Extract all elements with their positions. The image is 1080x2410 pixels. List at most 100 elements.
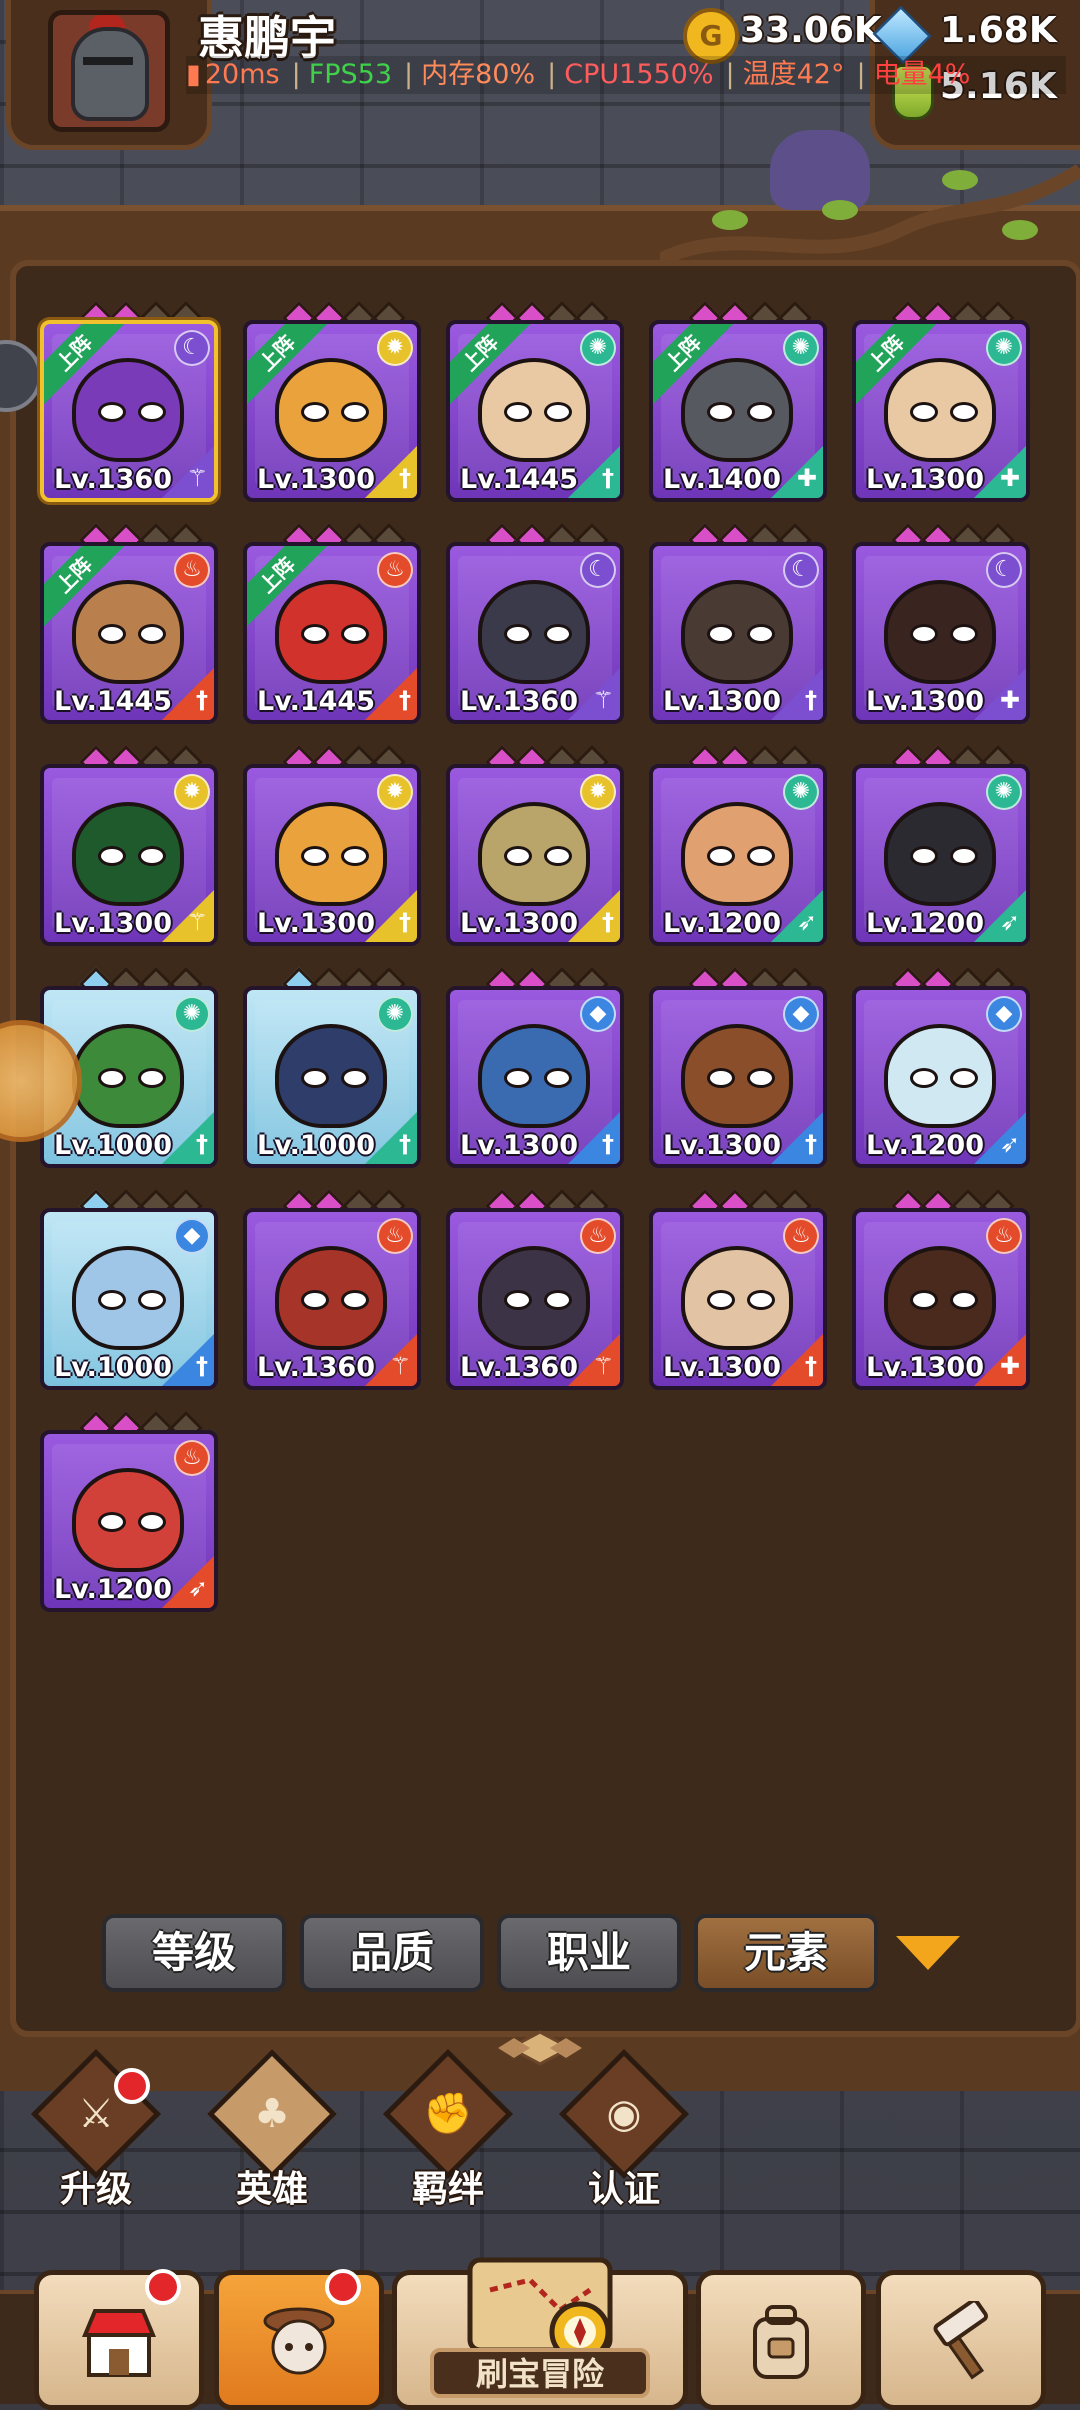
subnav-certify-label: 认证 — [587, 2169, 660, 2210]
hero-card[interactable]: ◆ † Lv.1300 — [446, 986, 624, 1168]
bottom-nav-heroes[interactable] — [214, 2269, 384, 2410]
sword-class-icon: † — [399, 1130, 411, 1158]
hero-card[interactable]: ♨ ⚚ Lv.1360 — [446, 1208, 624, 1390]
adventure-label[interactable]: 刷宝冒险 — [430, 2348, 650, 2398]
hero-eye — [98, 1290, 126, 1310]
hero-card[interactable]: ♨ † Lv.1300 — [649, 1208, 827, 1390]
wind-element-icon: ✺ — [986, 774, 1022, 810]
sword-class-icon: † — [196, 1130, 208, 1158]
hero-level: Lv.1300 — [257, 464, 376, 495]
hero-card[interactable]: ✹ ⚚ Lv.1300 — [40, 764, 218, 946]
hero-eye — [910, 846, 938, 866]
hero-card[interactable]: ♨ ✚ Lv.1300 — [852, 1208, 1030, 1390]
sword-class-icon: † — [399, 686, 411, 714]
hero-card[interactable]: ✺ ➶ Lv.1200 — [852, 764, 1030, 946]
bottom-nav-inventory[interactable] — [696, 2270, 866, 2410]
hero-card[interactable]: ♨ † Lv.1445 上阵 — [243, 542, 421, 724]
hero-card[interactable]: ☾ ⚚ Lv.1360 — [446, 542, 624, 724]
hero-eye — [747, 846, 775, 866]
hero-eye — [544, 846, 572, 866]
subnav-upgrade[interactable]: ⚔ 升级 — [26, 2048, 166, 2218]
hero-level: Lv.1200 — [866, 1130, 985, 1161]
hero-eye — [910, 1290, 938, 1310]
hero-eye — [98, 402, 126, 422]
fire-element-icon: ♨ — [174, 552, 210, 588]
sword-class-icon: † — [805, 686, 817, 714]
sort-by-quality-button[interactable]: 品质 — [300, 1914, 484, 1992]
sword-class-icon: † — [196, 686, 208, 714]
subnav-upgrade-label: 升级 — [59, 2169, 132, 2210]
hero-card[interactable]: ♨ ⚚ Lv.1360 — [243, 1208, 421, 1390]
hero-level: Lv.1300 — [663, 686, 782, 717]
bow-class-icon: ➶ — [796, 908, 817, 936]
staff-class-icon: ⚚ — [389, 1352, 411, 1380]
bottom-nav-forge[interactable] — [876, 2270, 1046, 2410]
light-element-icon: ✹ — [377, 774, 413, 810]
hero-eye — [504, 624, 532, 644]
subnav-bonds[interactable]: ✊ 羁绊 — [378, 2048, 518, 2218]
hero-card[interactable]: ✺ † Lv.1445 上阵 — [446, 320, 624, 502]
hero-level: Lv.1000 — [54, 1130, 173, 1161]
hero-eye — [544, 1290, 572, 1310]
hero-level: Lv.1300 — [663, 1130, 782, 1161]
sword-class-icon: † — [602, 464, 614, 492]
sword-class-icon: † — [602, 1130, 614, 1158]
hero-eye — [138, 1290, 166, 1310]
hero-card[interactable]: ☾ ⚚ Lv.1360 上阵 — [40, 320, 218, 502]
hero-eye — [910, 402, 938, 422]
hero-card[interactable]: ☾ † Lv.1300 — [649, 542, 827, 724]
hero-card[interactable]: ♨ † Lv.1445 上阵 — [40, 542, 218, 724]
hero-level: Lv.1200 — [866, 908, 985, 939]
light-element-icon: ✹ — [377, 330, 413, 366]
hero-eye — [950, 402, 978, 422]
hero-card[interactable]: ✹ † Lv.1300 — [243, 764, 421, 946]
hero-eye — [98, 1068, 126, 1088]
sword-class-icon: † — [399, 908, 411, 936]
fire-element-icon: ♨ — [377, 552, 413, 588]
heroes-alert-dot — [325, 2269, 361, 2305]
hero-level: Lv.1200 — [54, 1574, 173, 1605]
water-element-icon: ◆ — [580, 996, 616, 1032]
subnav-heroes[interactable]: ♣ 英雄 — [202, 2048, 342, 2218]
hero-eye — [544, 1068, 572, 1088]
hero-card[interactable]: ✺ † Lv.1000 — [243, 986, 421, 1168]
hero-card[interactable]: ◆ ➶ Lv.1200 — [852, 986, 1030, 1168]
water-element-icon: ◆ — [174, 1218, 210, 1254]
hero-card[interactable]: ✹ † Lv.1300 上阵 — [243, 320, 421, 502]
hero-eye — [138, 624, 166, 644]
hero-eye — [301, 1290, 329, 1310]
hero-eye — [950, 846, 978, 866]
sort-dropdown-arrow-icon[interactable] — [896, 1936, 960, 1970]
sort-by-level-button[interactable]: 等级 — [102, 1914, 286, 1992]
hero-card[interactable]: ✺ ✚ Lv.1300 上阵 — [852, 320, 1030, 502]
hero-eye — [341, 624, 369, 644]
sword-class-icon: † — [602, 908, 614, 936]
hero-level: Lv.1360 — [257, 1352, 376, 1383]
hero-level: Lv.1300 — [866, 1352, 985, 1383]
bottom-nav-shop[interactable] — [34, 2269, 204, 2410]
hero-level: Lv.1400 — [663, 464, 782, 495]
hero-card[interactable]: ☾ ✚ Lv.1300 — [852, 542, 1030, 724]
hero-card[interactable]: ◆ † Lv.1000 — [40, 1208, 218, 1390]
hero-eye — [707, 402, 735, 422]
fire-element-icon: ♨ — [986, 1218, 1022, 1254]
hero-card[interactable]: ♨ ➶ Lv.1200 — [40, 1430, 218, 1612]
hero-tree-icon: ♣ — [254, 2091, 290, 2137]
sort-by-class-button[interactable]: 职业 — [497, 1914, 681, 1992]
hero-eye — [341, 402, 369, 422]
hero-eye — [747, 1068, 775, 1088]
hero-card[interactable]: ✺ ➶ Lv.1200 — [649, 764, 827, 946]
hero-eye — [950, 1290, 978, 1310]
hero-level: Lv.1445 — [54, 686, 173, 717]
dark-element-icon: ☾ — [580, 552, 616, 588]
hero-card[interactable]: ✺ ✚ Lv.1400 上阵 — [649, 320, 827, 502]
hero-eye — [504, 1068, 532, 1088]
subnav-certify[interactable]: ◉ 认证 — [554, 2048, 694, 2218]
hero-card[interactable]: ✹ † Lv.1300 — [446, 764, 624, 946]
hero-eye — [504, 402, 532, 422]
hammer-icon — [933, 2301, 988, 2380]
sort-by-element-button[interactable]: 元素 — [694, 1914, 878, 1992]
hero-card[interactable]: ◆ † Lv.1300 — [649, 986, 827, 1168]
light-element-icon: ✹ — [174, 774, 210, 810]
shield-class-icon: ✚ — [999, 1352, 1020, 1380]
